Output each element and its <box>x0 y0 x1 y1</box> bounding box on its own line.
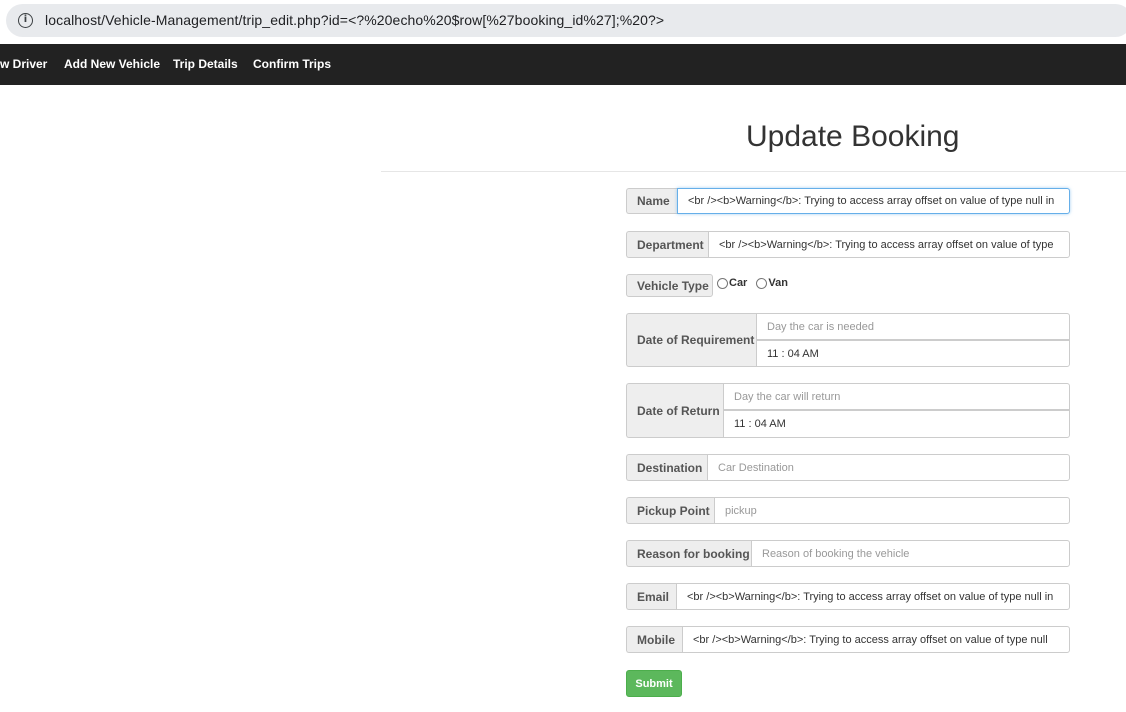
requirement-time-input[interactable]: 11 : 04 AM <box>756 340 1070 367</box>
name-row: Name <br /><b>Warning</b>: Trying to acc… <box>626 188 1070 214</box>
return-label: Date of Return <box>626 383 724 438</box>
vehicle-type-label: Vehicle Type <box>626 274 713 297</box>
mobile-row: Mobile <br /><b>Warning</b>: Trying to a… <box>626 626 1070 653</box>
email-label: Email <box>626 583 677 610</box>
return-date-input[interactable]: Day the car will return <box>723 383 1070 410</box>
vehicle-type-row: Vehicle Type Car Van <box>626 274 1070 297</box>
requirement-row: Date of Requirement Day the car is neede… <box>626 313 1070 367</box>
name-label: Name <box>626 188 678 214</box>
destination-row: Destination Car Destination <box>626 454 1070 481</box>
department-row: Department <br /><b>Warning</b>: Trying … <box>626 231 1070 258</box>
reason-label: Reason for booking <box>626 540 752 567</box>
van-radio-label: Van <box>768 277 788 289</box>
divider <box>381 171 1126 172</box>
vehicle-type-options: Car Van <box>717 277 788 289</box>
return-time-input[interactable]: 11 : 04 AM <box>723 410 1070 438</box>
destination-label: Destination <box>626 454 708 481</box>
nav-new-driver[interactable]: w Driver <box>0 57 47 71</box>
pickup-row: Pickup Point pickup <box>626 497 1070 524</box>
url-field[interactable]: i localhost/Vehicle-Management/trip_edit… <box>6 4 1126 37</box>
nav-add-new-vehicle[interactable]: Add New Vehicle <box>64 57 160 71</box>
submit-button[interactable]: Submit <box>626 670 682 697</box>
top-navbar: w Driver Add New Vehicle Trip Details Co… <box>0 44 1126 85</box>
department-input[interactable]: <br /><b>Warning</b>: Trying to access a… <box>708 231 1070 258</box>
info-icon[interactable]: i <box>18 13 33 28</box>
department-label: Department <box>626 231 709 258</box>
car-radio[interactable] <box>717 277 728 289</box>
browser-address-bar: i localhost/Vehicle-Management/trip_edit… <box>0 0 1126 42</box>
destination-input[interactable]: Car Destination <box>707 454 1070 481</box>
mobile-label: Mobile <box>626 626 683 653</box>
mobile-input[interactable]: <br /><b>Warning</b>: Trying to access a… <box>682 626 1070 653</box>
nav-confirm-trips[interactable]: Confirm Trips <box>253 57 331 71</box>
requirement-date-input[interactable]: Day the car is needed <box>756 313 1070 340</box>
page-title: Update Booking <box>746 120 960 153</box>
pickup-input[interactable]: pickup <box>714 497 1070 524</box>
car-radio-label: Car <box>729 277 748 289</box>
url-text[interactable]: localhost/Vehicle-Management/trip_edit.p… <box>45 12 664 28</box>
requirement-label: Date of Requirement <box>626 313 757 367</box>
reason-row: Reason for booking Reason of booking the… <box>626 540 1070 567</box>
return-row: Date of Return Day the car will return 1… <box>626 383 1070 438</box>
nav-trip-details[interactable]: Trip Details <box>173 57 238 71</box>
email-row: Email <br /><b>Warning</b>: Trying to ac… <box>626 583 1070 610</box>
email-input[interactable]: <br /><b>Warning</b>: Trying to access a… <box>676 583 1070 610</box>
name-input[interactable]: <br /><b>Warning</b>: Trying to access a… <box>677 188 1070 214</box>
reason-input[interactable]: Reason of booking the vehicle <box>751 540 1070 567</box>
van-radio[interactable] <box>756 277 768 289</box>
pickup-label: Pickup Point <box>626 497 715 524</box>
